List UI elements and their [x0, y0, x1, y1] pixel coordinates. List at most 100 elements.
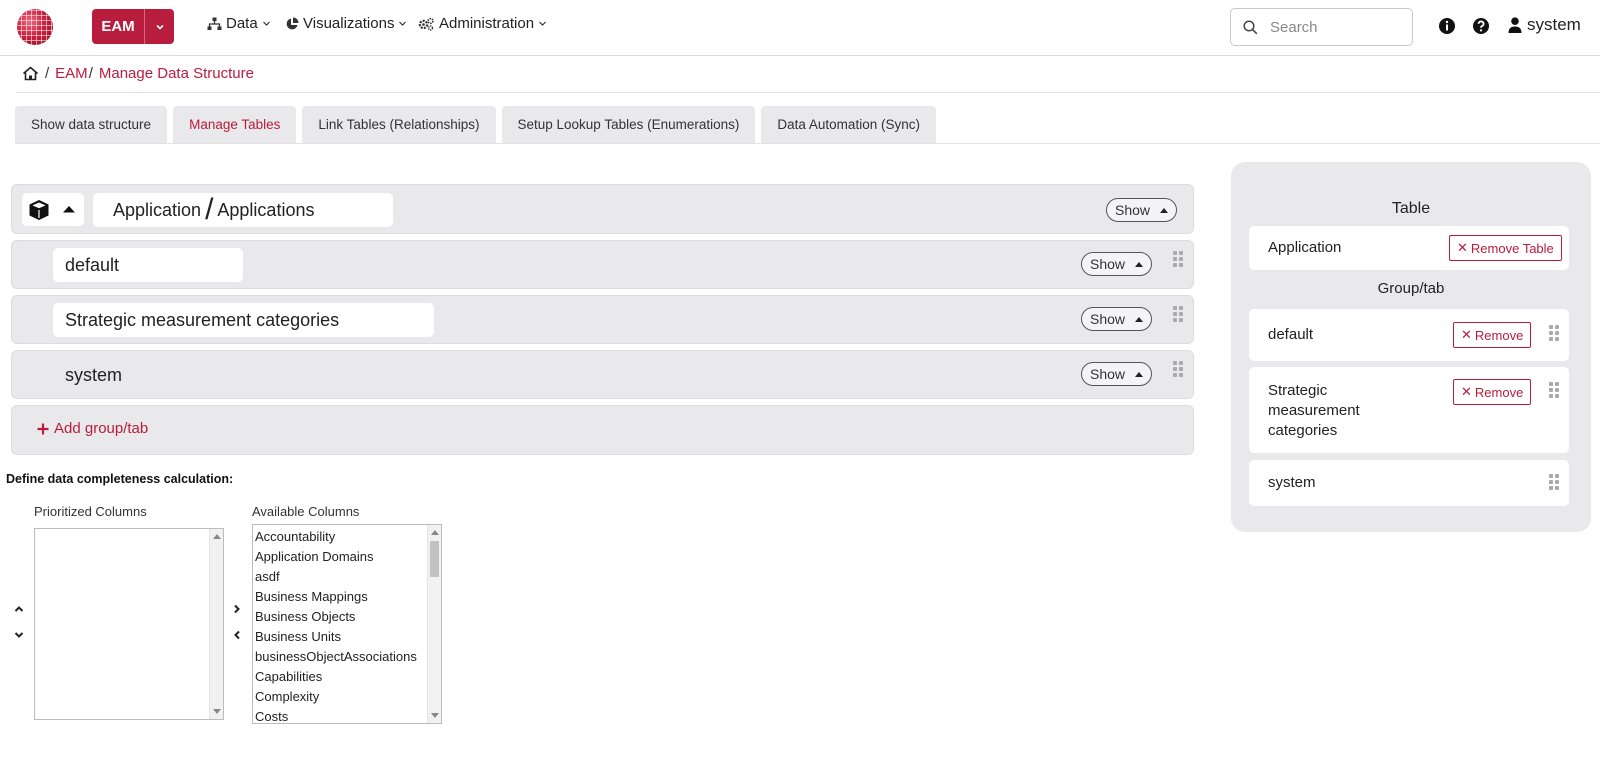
caret-up-icon [1160, 207, 1169, 213]
scroll-up-arrow[interactable] [431, 530, 439, 535]
close-icon: ✕ [1457, 240, 1468, 255]
tab-setup-lookup-tables[interactable]: Setup Lookup Tables (Enumerations) [501, 106, 756, 143]
divider [16, 92, 1600, 93]
tab-show-data-structure[interactable]: Show data structure [15, 106, 168, 143]
group-name-field[interactable]: default [53, 248, 243, 282]
breadcrumb-eam[interactable]: EAM [55, 65, 88, 82]
nav-visualizations-label: Visualizations [303, 15, 395, 32]
scroll-thumb[interactable] [430, 541, 439, 577]
list-item[interactable]: Business Mappings [255, 587, 417, 607]
caret-up-icon [1135, 316, 1144, 322]
table-icon-box [22, 193, 84, 226]
side-group-name: system [1268, 474, 1316, 491]
table-heading: Table [1391, 200, 1431, 217]
side-group-card-strategic: Strategic measurement categories ✕ Remov… [1249, 367, 1569, 453]
add-group-panel: Add group/tab [11, 405, 1194, 455]
drag-handle-icon[interactable] [1173, 361, 1185, 379]
pie-chart-icon [286, 17, 299, 29]
caret-up-icon [1135, 371, 1144, 377]
search-input[interactable] [1270, 18, 1390, 36]
prioritized-columns-label: Prioritized Columns [34, 504, 147, 519]
move-up-icon[interactable] [13, 603, 25, 615]
available-columns-list[interactable]: Accountability Application Domains asdf … [252, 524, 442, 724]
remove-table-button[interactable]: ✕ Remove Table [1449, 235, 1562, 261]
list-item[interactable]: businessObjectAssociations [255, 647, 417, 667]
scrollbar[interactable] [209, 529, 223, 719]
remove-group-button[interactable]: ✕ Remove [1453, 322, 1532, 348]
group-panel-default: default Show [11, 240, 1194, 289]
home-icon[interactable] [22, 65, 39, 81]
drag-handle-icon[interactable] [1549, 325, 1561, 343]
collapse-arrow-icon[interactable] [62, 204, 76, 214]
gears-icon [418, 17, 434, 31]
table-name-field[interactable]: Application / Applications [93, 193, 393, 227]
tab-link-tables[interactable]: Link Tables (Relationships) [302, 106, 496, 143]
list-item[interactable]: Costs [255, 707, 417, 723]
app-switcher-button[interactable]: EAM [92, 9, 174, 44]
drag-handle-icon[interactable] [1549, 474, 1561, 492]
prioritized-columns-list[interactable] [34, 528, 224, 720]
show-label: Show [1090, 256, 1126, 272]
nav-visualizations[interactable]: Visualizations [285, 15, 407, 32]
caret-up-icon [1135, 261, 1144, 267]
group-name: default [65, 255, 120, 275]
group-name: system [65, 365, 123, 385]
list-item[interactable]: asdf [255, 567, 417, 587]
name-line: measurement [1268, 402, 1360, 419]
list-item[interactable]: Business Units [255, 627, 417, 647]
chevron-down-icon [399, 21, 407, 26]
app-logo[interactable] [17, 9, 53, 45]
table-plural-name: Applications [217, 199, 315, 220]
available-columns-label: Available Columns [252, 504, 360, 519]
drag-handle-icon[interactable] [1173, 251, 1185, 269]
move-down-icon[interactable] [13, 629, 25, 641]
sitemap-icon [207, 17, 222, 30]
search-box[interactable] [1230, 8, 1413, 46]
group-name-field[interactable]: Strategic measurement categories [53, 303, 434, 337]
scroll-down-arrow[interactable] [213, 709, 221, 714]
table-panel: Application / Applications Show [11, 184, 1194, 234]
drag-handle-icon[interactable] [1549, 382, 1561, 400]
scroll-down-arrow[interactable] [431, 713, 439, 718]
top-header: EAM Data Visualizations Administration S… [0, 0, 1600, 56]
table-name: Application [1268, 239, 1342, 256]
list-item[interactable]: Capabilities [255, 667, 417, 687]
move-right-icon[interactable] [231, 603, 243, 615]
nav-data-label: Data [226, 15, 258, 32]
name-line: Strategic [1268, 382, 1328, 399]
table-summary-panel: Table Application ✕ Remove Table Group/t… [1231, 162, 1591, 532]
nav-data[interactable]: Data [207, 15, 271, 32]
group-show-button[interactable]: Show [1081, 252, 1153, 276]
remove-label: Remove [1474, 327, 1524, 343]
nav-administration-label: Administration [439, 15, 535, 32]
chevron-down-icon [539, 21, 546, 26]
drag-handle-icon[interactable] [1173, 306, 1185, 324]
breadcrumb: / EAM / Manage Data Structure [22, 62, 254, 84]
tab-manage-tables[interactable]: Manage Tables [173, 106, 297, 143]
breadcrumb-separator: / [88, 64, 93, 82]
remove-group-button[interactable]: ✕ Remove [1453, 379, 1532, 405]
cube-icon [29, 200, 49, 220]
list-item[interactable]: Application Domains [255, 547, 417, 567]
scrollbar[interactable] [427, 525, 441, 723]
list-item[interactable]: Business Objects [255, 607, 417, 627]
table-singular-name: Application [113, 199, 202, 220]
scroll-up-arrow[interactable] [213, 534, 221, 539]
chevron-down-icon[interactable] [144, 9, 174, 44]
add-group-button[interactable]: Add group/tab [37, 420, 148, 437]
plus-icon [37, 423, 49, 434]
info-icon[interactable] [1438, 17, 1456, 35]
show-label: Show [1090, 311, 1126, 327]
table-show-button[interactable]: Show [1106, 198, 1178, 222]
list-item[interactable]: Accountability [255, 527, 417, 547]
group-show-button[interactable]: Show [1081, 307, 1153, 331]
group-show-button[interactable]: Show [1081, 362, 1153, 386]
close-icon: ✕ [1461, 384, 1472, 399]
user-menu[interactable]: system [1508, 15, 1581, 35]
list-item[interactable]: Complexity [255, 687, 417, 707]
move-left-icon[interactable] [231, 629, 243, 641]
tab-data-automation[interactable]: Data Automation (Sync) [761, 106, 936, 143]
nav-administration[interactable]: Administration [418, 15, 547, 32]
help-icon[interactable] [1472, 17, 1490, 35]
table-card: Application ✕ Remove Table [1249, 226, 1569, 270]
